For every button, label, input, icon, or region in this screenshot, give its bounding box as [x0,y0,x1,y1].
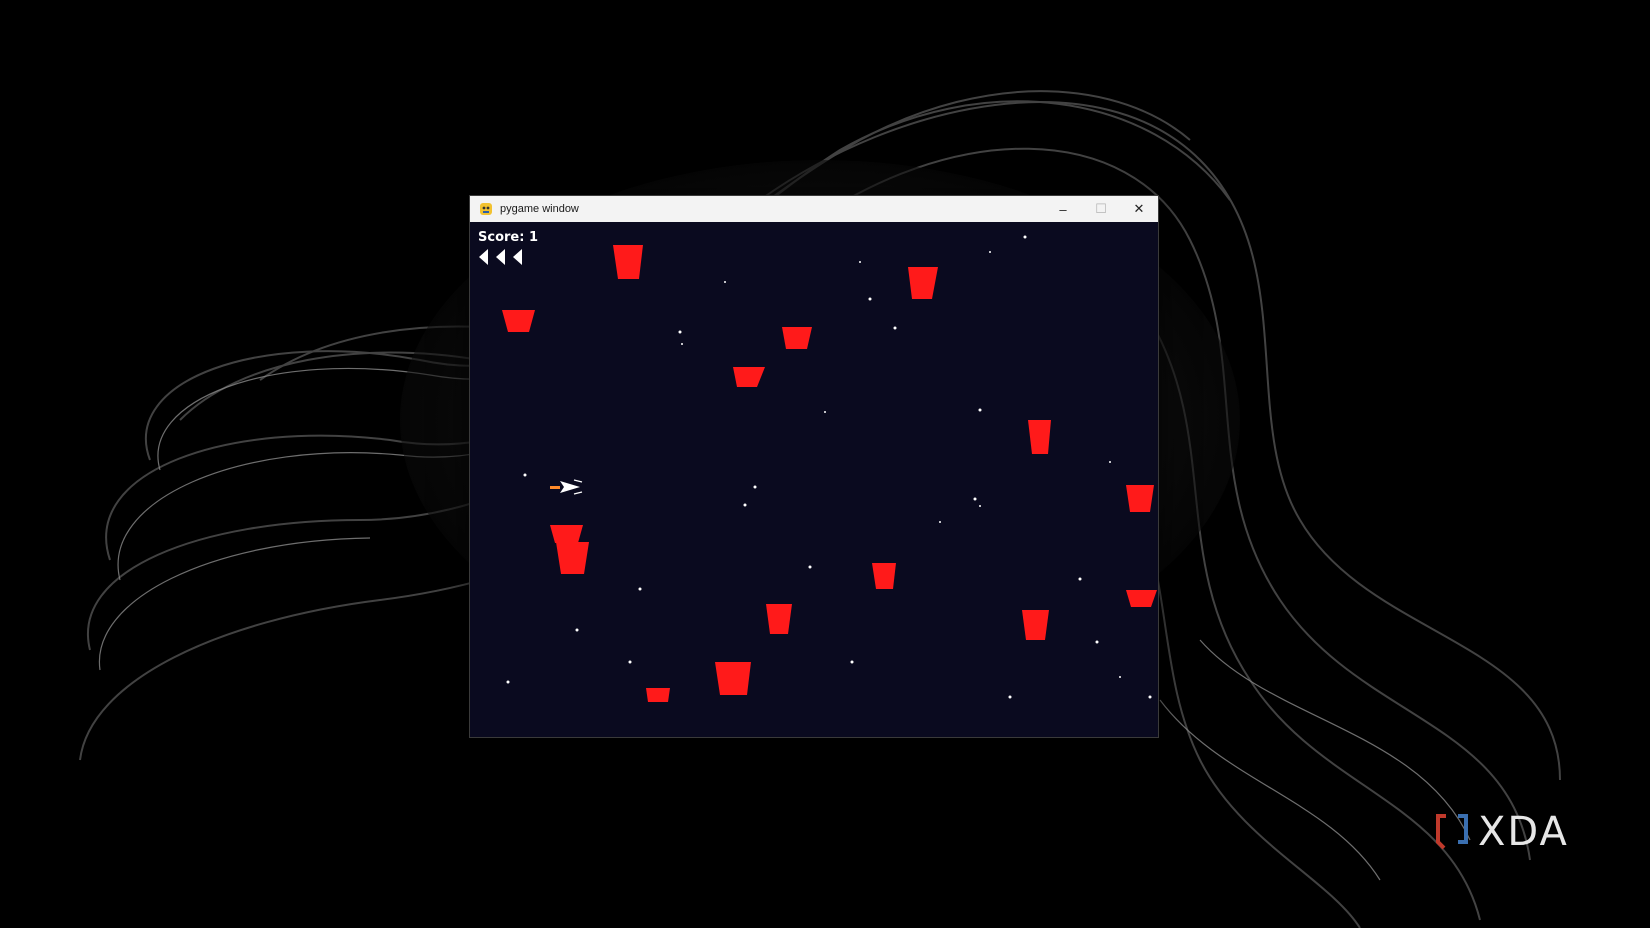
star [638,587,642,591]
obstacle [646,688,670,702]
starfield [506,235,1152,699]
star [681,343,683,345]
star [978,408,982,412]
star [1148,695,1152,699]
star [868,297,872,301]
pygame-window[interactable]: pygame window – ☐ ✕ Score: 1 [469,195,1159,738]
star [743,503,747,507]
obstacle [613,245,643,279]
close-icon: ✕ [1133,201,1145,216]
maximize-button[interactable]: ☐ [1082,196,1120,222]
star [859,261,861,263]
obstacle [502,310,535,332]
obstacle [1126,590,1157,607]
xda-logo-icon [1436,814,1468,850]
star [523,473,527,477]
obstacle [766,604,792,634]
obstacle [1028,420,1051,454]
lives-indicator [479,249,522,265]
obstacle [782,327,812,349]
pygame-snake-icon [480,203,492,215]
obstacle [556,542,589,574]
star [753,485,757,489]
obstacle [550,525,583,543]
life-ship-icon [479,249,488,265]
window-title: pygame window [500,203,579,215]
game-field [502,235,1157,702]
star [893,326,897,330]
star [724,281,726,283]
xda-logo-text: XDA [1478,809,1569,855]
star [1008,695,1012,699]
star [506,680,510,684]
maximize-icon: ☐ [1095,201,1107,216]
star [1109,461,1111,463]
obstacles [502,245,1157,702]
star [989,251,991,253]
game-canvas[interactable]: Score: 1 [470,222,1158,737]
star [939,521,941,523]
star [973,497,977,501]
minimize-icon: – [1059,201,1067,217]
score-label: Score: 1 [478,230,538,245]
star [1095,640,1099,644]
star [979,505,981,507]
close-button[interactable]: ✕ [1120,196,1158,222]
obstacle [1022,610,1049,640]
life-ship-icon [513,249,522,265]
minimize-button[interactable]: – [1044,196,1082,222]
star [1078,577,1082,581]
xda-watermark: XDA [1432,809,1569,855]
star [824,411,826,413]
star [575,628,579,632]
star [678,330,682,334]
obstacle [733,367,765,387]
life-ship-icon [496,249,505,265]
obstacle [872,563,896,589]
obstacle [1126,485,1154,512]
star [1023,235,1027,239]
star [808,565,812,569]
obstacle [715,662,751,695]
obstacle [908,267,938,299]
star [628,660,632,664]
title-bar[interactable]: pygame window – ☐ ✕ [470,196,1158,222]
star [850,660,854,664]
star [1119,676,1121,678]
player-spaceship [550,479,583,495]
